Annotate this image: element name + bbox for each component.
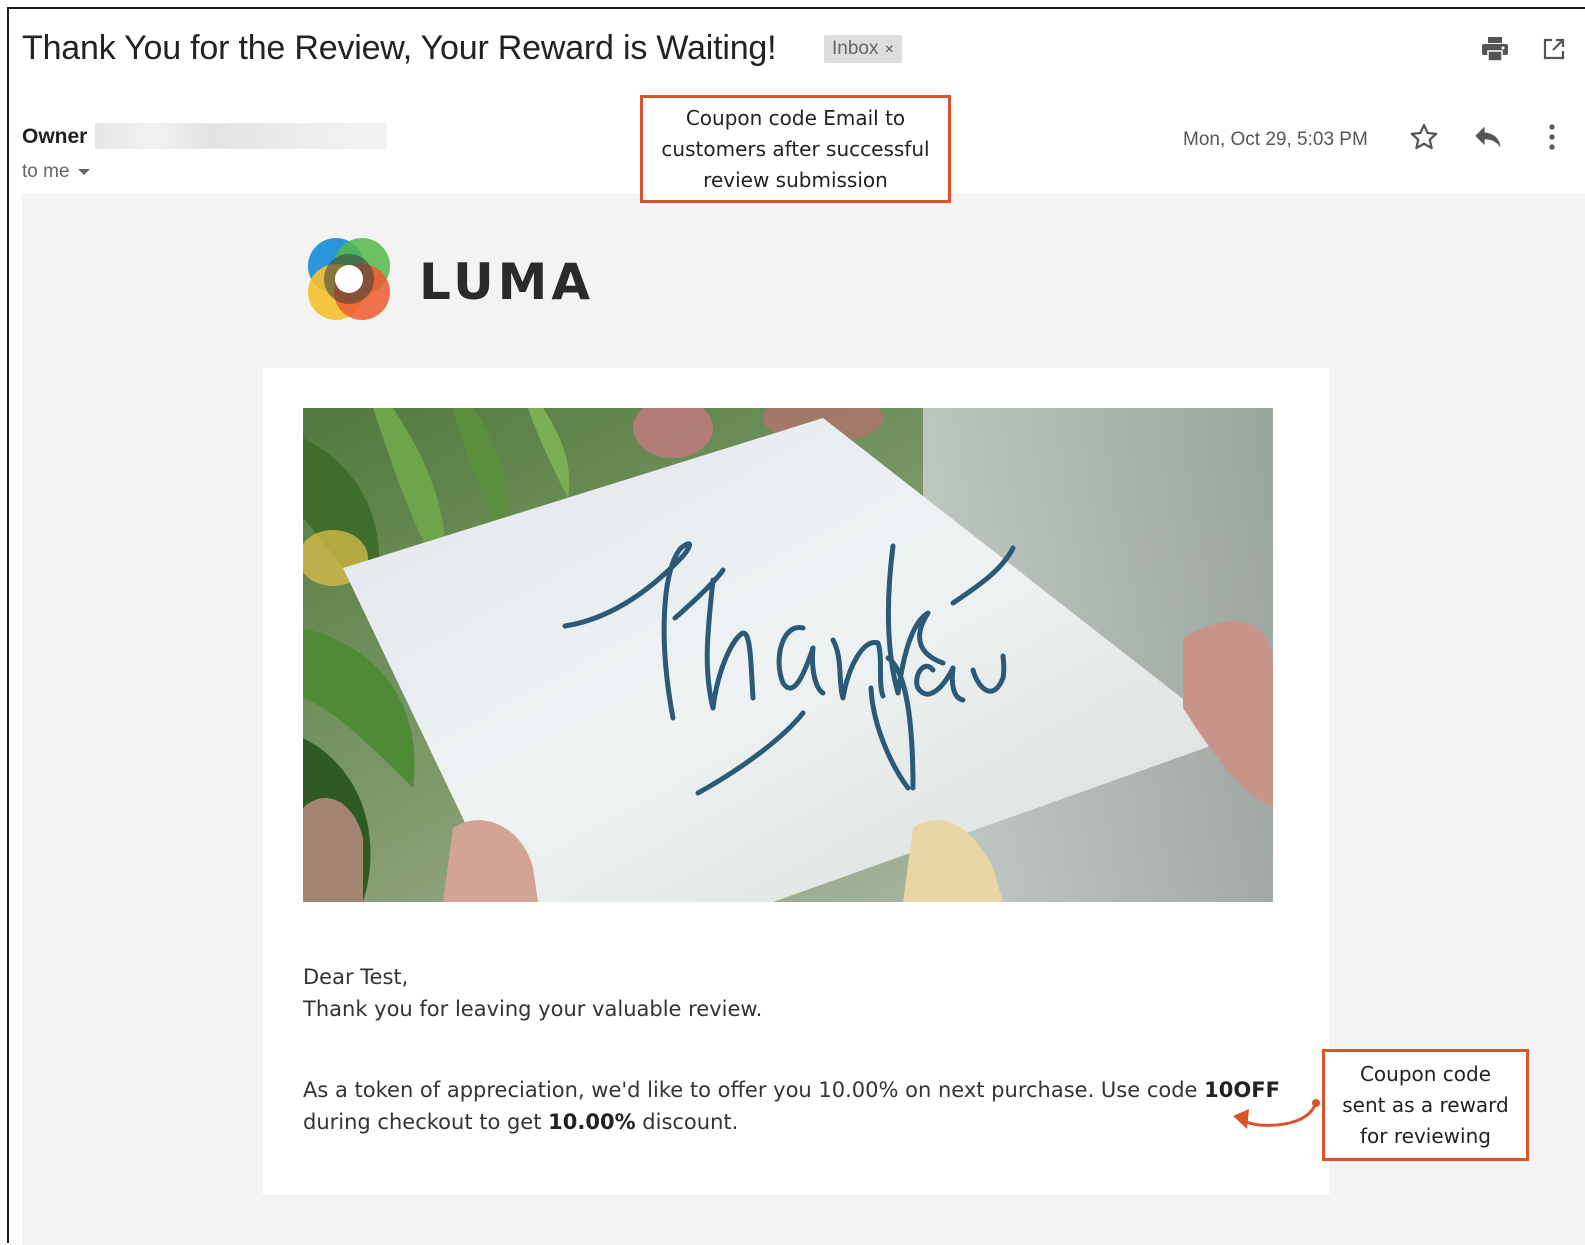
reply-icon[interactable]	[1470, 119, 1506, 155]
callout-line: review submission	[703, 167, 888, 192]
email-subject: Thank You for the Review, Your Reward is…	[22, 29, 777, 67]
callout-line: for reviewing	[1360, 1123, 1491, 1148]
inbox-label-chip[interactable]: Inbox ×	[824, 35, 902, 63]
redacted-sender-email	[95, 123, 387, 149]
annotation-callout-coupon: Coupon code sent as a reward for reviewi…	[1322, 1049, 1529, 1161]
offer-text: during checkout to get	[303, 1110, 549, 1134]
recipient-details[interactable]: to me	[22, 161, 90, 183]
star-icon[interactable]	[1406, 119, 1442, 155]
callout-line: customers after successful	[661, 136, 930, 161]
sender-name[interactable]: Owner	[22, 125, 87, 149]
inbox-label-text: Inbox	[832, 38, 879, 59]
discount-value: 10.00%	[548, 1110, 636, 1134]
annotation-arrow-icon	[1233, 1099, 1320, 1129]
print-icon[interactable]	[1479, 33, 1511, 65]
email-date: Mon, Oct 29, 5:03 PM	[1183, 129, 1368, 150]
email-offer-line: As a token of appreciation, we'd like to…	[303, 1078, 1280, 1102]
annotation-callout-email: Coupon code Email to customers after suc…	[640, 95, 951, 203]
email-offer-line-2: during checkout to get 10.00% discount.	[303, 1110, 738, 1134]
offer-text: As a token of appreciation, we'd like to…	[303, 1078, 1205, 1102]
recipient-text: to me	[22, 161, 70, 182]
more-vertical-icon[interactable]	[1534, 119, 1570, 155]
email-viewer: Thank You for the Review, Your Reward is…	[7, 7, 1585, 1245]
brand-name: LUMA	[419, 253, 595, 311]
callout-line: sent as a reward	[1342, 1092, 1509, 1117]
offer-text: discount.	[635, 1110, 739, 1134]
callout-line: Coupon code Email to	[685, 105, 906, 130]
email-thanks-line: Thank you for leaving your valuable revi…	[303, 997, 763, 1021]
thank-you-card-image	[303, 408, 1273, 902]
caret-down-icon[interactable]	[77, 168, 90, 175]
luma-logo-icon	[304, 234, 394, 324]
email-greeting: Dear Test,	[303, 965, 409, 989]
callout-line: Coupon code	[1359, 1061, 1492, 1086]
remove-label-icon[interactable]: ×	[884, 41, 893, 58]
open-in-new-window-icon[interactable]	[1538, 33, 1570, 65]
